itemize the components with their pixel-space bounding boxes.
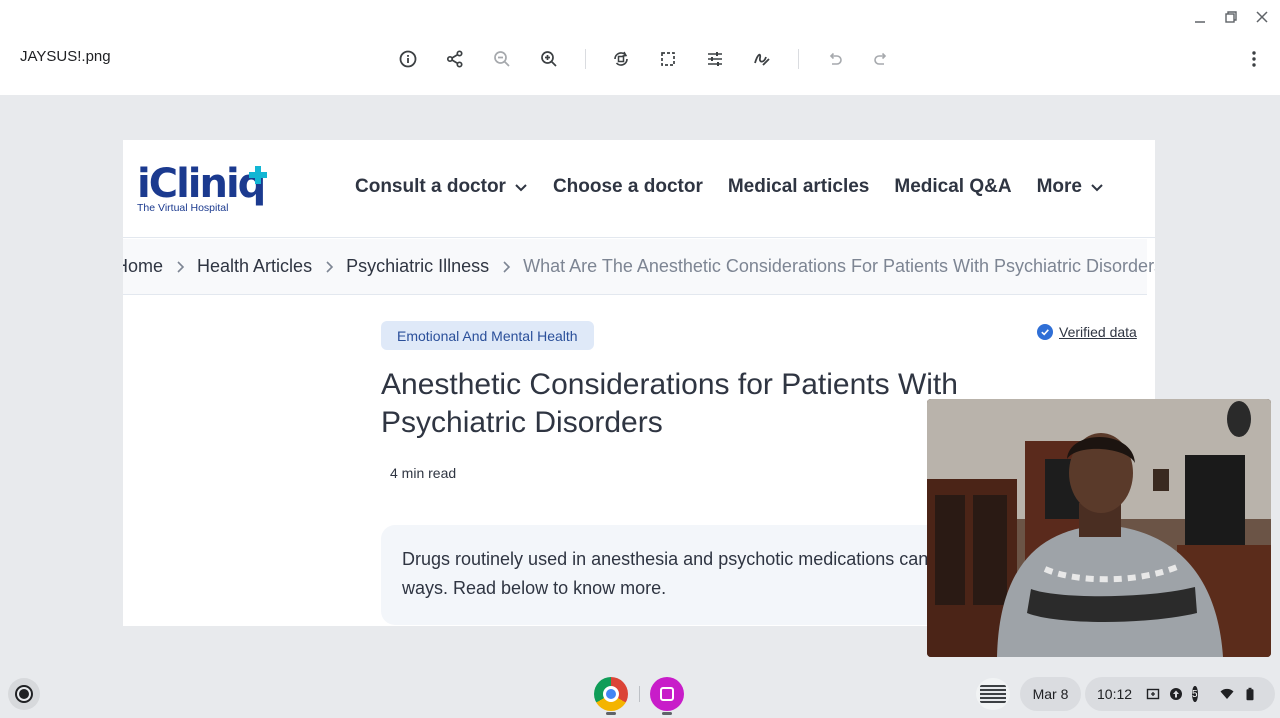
nav-medical-articles[interactable]: Medical articles <box>728 176 870 198</box>
nav-choose-a-doctor[interactable]: Choose a doctor <box>553 176 703 198</box>
file-name: JAYSUS!.png <box>20 48 111 65</box>
redo-icon[interactable] <box>869 47 893 71</box>
more-vert-icon[interactable] <box>1242 47 1266 71</box>
breadcrumb-health-articles[interactable]: Health Articles <box>197 256 312 277</box>
video-overlay[interactable] <box>927 399 1271 657</box>
nav-label: Medical articles <box>727 176 870 197</box>
breadcrumb-home[interactable]: Home <box>123 256 163 277</box>
zoom-out-icon[interactable] <box>490 47 514 71</box>
breadcrumb: Home Health Articles Psychiatric Illness… <box>123 239 1155 295</box>
nav-label: More <box>1036 176 1082 197</box>
launcher-icon <box>17 687 31 701</box>
image-viewer-toolbar: JAYSUS!.png <box>0 0 1280 95</box>
nav-medical-qa[interactable]: Medical Q&A <box>894 176 1011 198</box>
running-indicator <box>606 712 616 715</box>
chevron-right-icon <box>322 260 336 274</box>
chevron-down-icon <box>1091 184 1103 192</box>
verified-label: Verified data <box>1059 324 1137 340</box>
shelf-divider <box>639 686 640 702</box>
main-nav: Consult a doctor Choose a doctor Medical… <box>355 176 1129 198</box>
status-tray[interactable]: 10:12 5 <box>1085 677 1275 711</box>
update-icon <box>1169 687 1183 701</box>
read-time: 4 min read <box>390 465 457 481</box>
verified-check-icon <box>1037 324 1053 340</box>
adjust-icon[interactable] <box>703 47 727 71</box>
info-icon[interactable] <box>396 47 420 71</box>
chevron-right-icon <box>173 260 187 274</box>
verified-data-link[interactable]: Verified data <box>1037 324 1137 340</box>
minimize-icon[interactable] <box>1191 8 1209 26</box>
category-tag[interactable]: Emotional And Mental Health <box>381 321 594 350</box>
breadcrumb-psychiatric-illness[interactable]: Psychiatric Illness <box>346 256 489 277</box>
launcher-button[interactable] <box>8 678 40 710</box>
date-tray[interactable]: Mar 8 <box>1020 677 1081 711</box>
site-header: iCliniq The Virtual Hospital Consult a d… <box>123 140 1155 238</box>
shelf: Mar 8 10:12 5 <box>0 670 1280 718</box>
nav-label: Choose a doctor <box>552 176 703 197</box>
zoom-in-icon[interactable] <box>537 47 561 71</box>
chevron-right-icon <box>499 260 513 274</box>
share-icon[interactable] <box>443 47 467 71</box>
holding-space-thumbnail[interactable] <box>976 678 1010 710</box>
breadcrumb-current: What Are The Anesthetic Considerations F… <box>523 256 1155 276</box>
annotate-icon[interactable] <box>750 47 774 71</box>
clock: 10:12 <box>1097 686 1133 702</box>
logo-wordmark: iCliniq <box>137 161 266 207</box>
nav-more[interactable]: More <box>1037 176 1104 198</box>
toolbar-divider <box>585 49 586 69</box>
logo-plus-icon <box>249 166 267 184</box>
restore-icon[interactable] <box>1222 8 1240 26</box>
site-logo[interactable]: iCliniq The Virtual Hospital <box>137 161 267 214</box>
notification-count: 5 <box>1192 686 1198 702</box>
chevron-down-icon <box>515 184 527 192</box>
wifi-icon <box>1220 687 1234 701</box>
toolbar-divider <box>798 49 799 69</box>
rotate-icon[interactable] <box>609 47 633 71</box>
person-video-feed <box>927 399 1271 657</box>
nav-label: Medical Q&A <box>894 176 1012 197</box>
undo-icon[interactable] <box>823 47 847 71</box>
crop-icon[interactable] <box>656 47 680 71</box>
nav-label: Consult a doctor <box>355 176 506 197</box>
chrome-app-icon[interactable] <box>594 677 628 711</box>
running-indicator <box>662 712 672 715</box>
close-icon[interactable] <box>1253 8 1271 26</box>
nav-consult-a-doctor[interactable]: Consult a doctor <box>355 176 528 198</box>
screen-capture-icon <box>1146 687 1160 701</box>
battery-icon <box>1243 687 1257 701</box>
image-viewer-app-icon[interactable] <box>650 677 684 711</box>
